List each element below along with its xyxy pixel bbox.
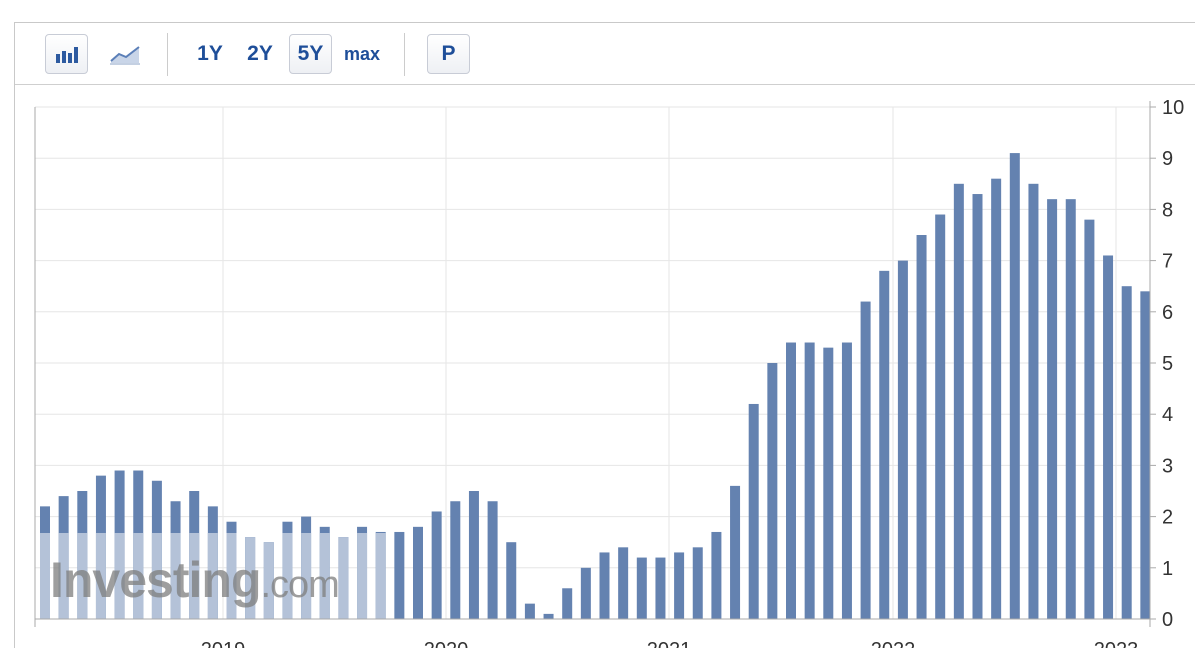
bar	[468, 491, 479, 619]
bar	[1140, 291, 1151, 619]
bar-watermark-overlay	[338, 537, 349, 619]
bar	[506, 542, 517, 619]
bar	[636, 557, 647, 619]
watermark-logo: Investing.com	[50, 552, 339, 608]
y-tick-label: 5	[1162, 353, 1173, 375]
x-tick-label: 2019	[201, 639, 246, 648]
bar	[804, 342, 815, 619]
y-tick-label: 7	[1162, 251, 1173, 273]
bar	[674, 552, 685, 619]
bar	[413, 526, 423, 619]
x-tick-label: 2023	[1094, 639, 1139, 648]
y-tick-label: 6	[1162, 302, 1173, 324]
bar	[1084, 219, 1095, 619]
bar	[1065, 199, 1076, 619]
bar-watermark-overlay	[375, 533, 386, 619]
bar	[599, 552, 610, 619]
bar	[562, 588, 573, 619]
y-tick-label: 0	[1162, 609, 1173, 631]
bar	[1103, 255, 1114, 620]
bar	[394, 531, 405, 619]
bar	[1121, 286, 1132, 619]
watermark: Investing.com	[50, 552, 340, 608]
bar	[879, 270, 890, 619]
bar-layer	[40, 153, 1151, 620]
bar	[786, 342, 796, 619]
chart-svg: 0 1 2 3 4 5 6 7 8 9 10 2019 2020 2021 2022 2023 Investi…	[34, 97, 1184, 648]
bar	[524, 603, 535, 619]
bar	[487, 501, 498, 619]
bar	[935, 214, 946, 619]
bar	[543, 613, 554, 619]
bar	[431, 511, 442, 619]
bar	[860, 301, 871, 619]
y-tick-label: 10	[1162, 97, 1184, 119]
bar	[823, 347, 834, 619]
bar	[748, 403, 759, 619]
bar-watermark-overlay	[357, 533, 368, 619]
bar	[730, 485, 741, 619]
bar	[711, 531, 722, 619]
bar	[897, 260, 908, 619]
bar	[972, 194, 983, 620]
bar	[580, 567, 591, 619]
y-tick-label: 1	[1162, 558, 1173, 580]
x-tick-label: 2022	[871, 639, 916, 648]
bar	[841, 342, 852, 619]
y-tick-label: 4	[1162, 404, 1173, 426]
x-tick-label: 2021	[647, 639, 692, 648]
bar	[450, 501, 461, 619]
bar	[1028, 183, 1039, 620]
y-tick-label: 2	[1162, 507, 1173, 529]
bar-watermark-overlay	[40, 533, 50, 619]
x-tick-label: 2020	[424, 639, 469, 648]
bar	[991, 178, 1002, 619]
bar	[1047, 199, 1058, 619]
y-tick-label: 3	[1162, 455, 1173, 477]
bar	[692, 547, 703, 619]
bar	[618, 547, 629, 619]
bar	[767, 363, 778, 619]
y-tick-label: 9	[1162, 148, 1173, 170]
grid-layer	[35, 106, 1150, 620]
bar	[953, 183, 964, 620]
bar	[916, 235, 927, 619]
y-tick-label: 8	[1162, 199, 1173, 221]
bar	[655, 557, 666, 619]
bar	[1009, 153, 1020, 619]
